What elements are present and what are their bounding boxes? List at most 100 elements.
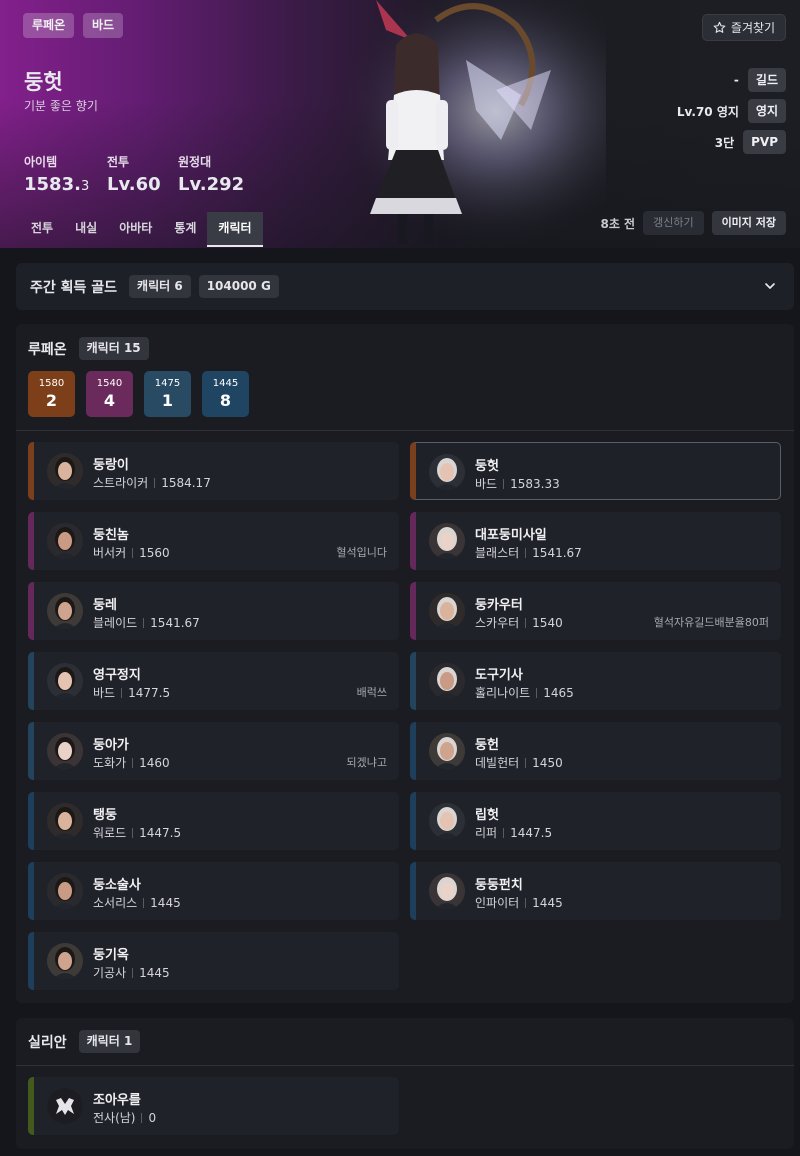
character-card-name: 둥레 bbox=[93, 598, 117, 613]
character-card-info: 버서커 1560 bbox=[93, 544, 170, 561]
level-tier-label: 1475 bbox=[154, 378, 181, 389]
avatar bbox=[47, 523, 83, 559]
tab-combat[interactable]: 전투 bbox=[20, 212, 64, 247]
server-name: 실리안 bbox=[28, 1034, 67, 1051]
weekly-gold-title: 주간 획득 골드 bbox=[30, 279, 118, 296]
stat-value: 1583.3 bbox=[24, 174, 89, 195]
character-card[interactable]: 영구정지 바드 1477.5 배럭쓰 bbox=[28, 652, 399, 710]
character-card[interactable]: 둥레 블레이드 1541.67 bbox=[28, 582, 399, 640]
character-portrait-icon bbox=[47, 593, 83, 629]
character-card-level: 1447.5 bbox=[139, 826, 182, 840]
character-illustration bbox=[316, 0, 606, 248]
character-card[interactable]: 둥카우터 스카우터 1540 혈석자유길드배분율80퍼 bbox=[410, 582, 781, 640]
character-card-level: 1465 bbox=[543, 686, 574, 700]
character-card-info: 인파이터 1445 bbox=[475, 894, 563, 911]
character-card-name: 탱둥 bbox=[93, 808, 117, 823]
character-card-class: 도화가 bbox=[93, 756, 127, 770]
character-card-class: 인파이터 bbox=[475, 896, 520, 910]
stat-combat-level: 전투 Lv.60 bbox=[107, 153, 161, 195]
character-card[interactable]: 대포둥미사일 블래스터 1541.67 bbox=[410, 512, 781, 570]
refresh-button[interactable]: 갱신하기 bbox=[643, 211, 704, 235]
character-card[interactable]: 립헛 리퍼 1447.5 bbox=[410, 792, 781, 850]
character-card-level: 1447.5 bbox=[510, 826, 553, 840]
character-card-class: 전사(남) bbox=[93, 1111, 136, 1125]
level-tier-badge[interactable]: 1445 8 bbox=[202, 371, 249, 417]
star-icon bbox=[713, 21, 726, 33]
stat-value: Lv.292 bbox=[178, 174, 245, 195]
stat-expedition-level: 원정대 Lv.292 bbox=[178, 153, 244, 195]
separator bbox=[154, 478, 156, 488]
character-card-info: 소서리스 1445 bbox=[93, 894, 181, 911]
character-card[interactable]: 둥소술사 소서리스 1445 bbox=[28, 862, 399, 920]
character-card[interactable]: 둥기옥 기공사 1445 bbox=[28, 932, 399, 990]
character-card[interactable]: 둥둥펀치 인파이터 1445 bbox=[410, 862, 781, 920]
class-chip[interactable]: 바드 bbox=[83, 13, 124, 38]
separator bbox=[132, 758, 134, 768]
character-card-name: 영구정지 bbox=[93, 668, 141, 683]
stat-label: 아이템 bbox=[24, 155, 58, 169]
character-card-info: 스카우터 1540 bbox=[475, 614, 563, 631]
character-card-name: 도구기사 bbox=[475, 668, 523, 683]
character-portrait-icon bbox=[429, 663, 465, 699]
avatar bbox=[47, 1088, 83, 1124]
tab-stats[interactable]: 통계 bbox=[163, 212, 207, 247]
guild-value: - bbox=[733, 73, 739, 87]
character-card-level: 1583.33 bbox=[510, 477, 560, 491]
separator bbox=[525, 548, 527, 558]
character-card[interactable]: 둥헛 바드 1583.33 bbox=[410, 442, 781, 500]
separator bbox=[525, 618, 527, 628]
character-card-info: 데빌헌터 1450 bbox=[475, 754, 563, 771]
character-card-info: 블레이드 1541.67 bbox=[93, 614, 200, 631]
tab-internal[interactable]: 내실 bbox=[64, 212, 108, 247]
character-card[interactable]: 도구기사홀리나이트 1465 bbox=[410, 652, 781, 710]
character-card-info: 도화가 1460 bbox=[93, 754, 170, 771]
separator bbox=[141, 1113, 143, 1123]
character-card-level: 1445 bbox=[532, 896, 563, 910]
avatar bbox=[429, 523, 465, 559]
pvp-row: 3단 PVP bbox=[715, 130, 786, 154]
pvp-value: 3단 bbox=[714, 135, 735, 150]
character-card[interactable]: 조아우를 전사(남) 0 bbox=[28, 1077, 399, 1135]
level-tier-badge[interactable]: 1580 2 bbox=[28, 371, 75, 417]
separator bbox=[143, 618, 145, 628]
character-portrait-icon bbox=[47, 523, 83, 559]
separator bbox=[525, 758, 527, 768]
character-portrait-icon bbox=[47, 733, 83, 769]
character-card[interactable]: 탱둥 워로드 1447.5 bbox=[28, 792, 399, 850]
character-card-name: 둥기옥 bbox=[93, 948, 129, 963]
character-card[interactable]: 둥랑이 스트라이커 1584.17 bbox=[28, 442, 399, 500]
character-card-class: 버서커 bbox=[93, 546, 127, 560]
character-card[interactable]: 둥아가 도화가 1460 되겠냐고 bbox=[28, 722, 399, 780]
estate-label: 영지 bbox=[747, 99, 786, 123]
section-divider bbox=[16, 430, 794, 431]
level-tier-badge[interactable]: 1540 4 bbox=[86, 371, 133, 417]
character-card-level: 1540 bbox=[532, 616, 563, 630]
save-image-button[interactable]: 이미지 저장 bbox=[711, 211, 786, 235]
weekly-gold-character-tag: 캐릭터 6 bbox=[129, 275, 191, 298]
server-chip[interactable]: 루페온 bbox=[23, 13, 75, 38]
server-section-lupeon: 루페온 캐릭터 15 1580 2 1540 4 1475 1 1445 8 둥랑이 스트라이커… bbox=[16, 324, 794, 1003]
favorite-button[interactable]: 즐겨찾기 bbox=[702, 14, 786, 41]
character-card-class: 홀리나이트 bbox=[475, 686, 531, 700]
weekly-gold-panel[interactable]: 주간 획득 골드 캐릭터 6 104000 G bbox=[16, 263, 794, 310]
character-card[interactable]: 둥헌 데빌헌터 1450 bbox=[410, 722, 781, 780]
profile-header: 루페온 바드 둥헛 기분 좋은 향기 아이템 1583.3 전투 Lv.60 원… bbox=[0, 0, 800, 248]
character-card[interactable]: 둥친놈 버서커 1560 혈석입니다 bbox=[28, 512, 399, 570]
server-header: 루페온 캐릭터 15 bbox=[28, 337, 157, 360]
character-card-name: 둥아가 bbox=[93, 738, 129, 753]
character-card-level: 0 bbox=[148, 1111, 157, 1125]
character-card-name: 둥카우터 bbox=[475, 598, 523, 613]
updated-ago: 8초 전 bbox=[600, 216, 636, 231]
avatar bbox=[429, 454, 465, 490]
character-portrait-icon bbox=[429, 454, 465, 490]
tab-avatar[interactable]: 아바타 bbox=[108, 212, 163, 247]
separator bbox=[143, 898, 145, 908]
chevron-down-icon[interactable] bbox=[762, 278, 778, 294]
character-portrait-icon bbox=[429, 523, 465, 559]
level-tier-badge[interactable]: 1475 1 bbox=[144, 371, 191, 417]
stat-value: Lv.60 bbox=[107, 174, 161, 195]
character-card-class: 리퍼 bbox=[475, 826, 498, 840]
character-title: 기분 좋은 향기 bbox=[24, 99, 98, 113]
tab-characters[interactable]: 캐릭터 bbox=[207, 212, 263, 247]
character-card-info: 리퍼 1447.5 bbox=[475, 824, 552, 841]
